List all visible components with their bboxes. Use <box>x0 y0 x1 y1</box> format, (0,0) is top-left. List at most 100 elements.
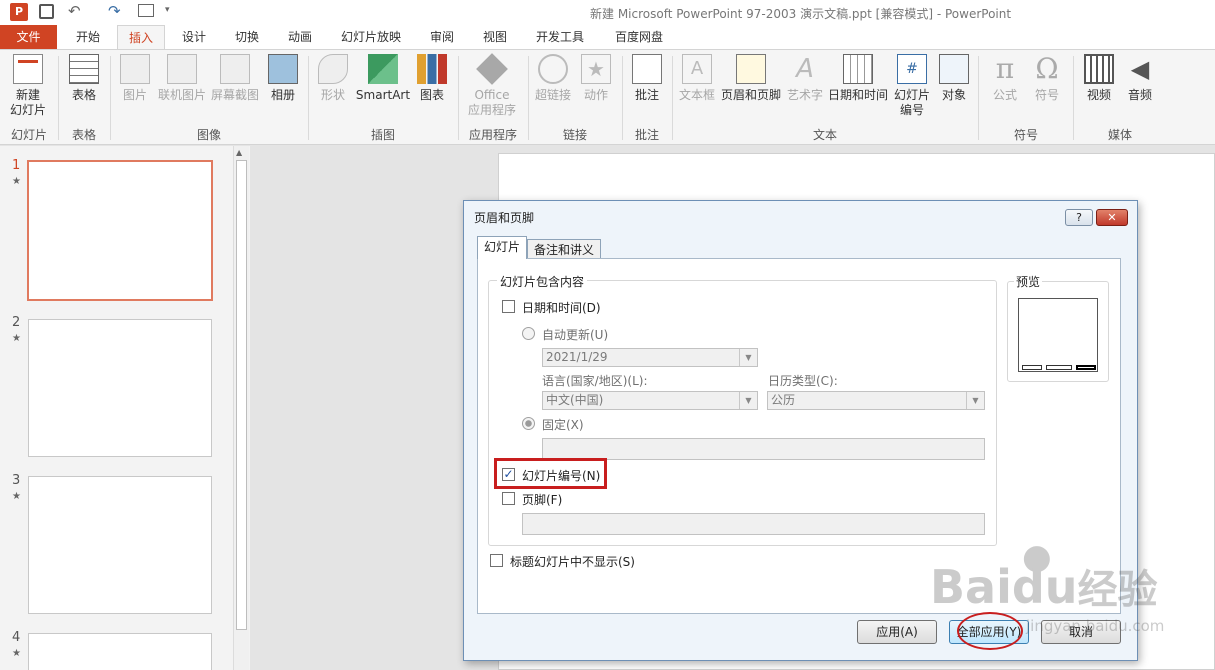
object-button[interactable]: 对象 <box>936 54 972 103</box>
datetime-label: 日期和时间(D) <box>522 301 601 315</box>
preview-footer-placeholder <box>1046 365 1072 370</box>
ribbon-separator <box>622 56 623 140</box>
apply-button[interactable]: 应用(A) <box>857 620 937 644</box>
scroll-up-icon[interactable]: ▲ <box>236 148 242 157</box>
preview-slide <box>1018 298 1098 372</box>
redo-icon[interactable]: ↷ <box>108 2 121 20</box>
chevron-down-icon: ▼ <box>739 392 757 409</box>
chart-icon <box>417 54 447 84</box>
symbol-label: 符号 <box>1034 88 1059 102</box>
tab-transitions[interactable]: 切换 <box>223 25 271 49</box>
slide-number-checkbox[interactable]: ✓ <box>502 468 515 481</box>
date-format-select[interactable]: 2021/1/29 ▼ <box>542 348 758 367</box>
screenshot-button[interactable]: 屏幕截图 <box>209 54 261 103</box>
chevron-down-icon: ▼ <box>966 392 984 409</box>
slide-thumbnail-4[interactable] <box>28 633 212 670</box>
office-apps-button[interactable]: Office 应用程序 <box>462 53 522 118</box>
screenshot-label: 屏幕截图 <box>210 88 259 102</box>
album-icon <box>268 54 298 84</box>
slide-number-1: 1 <box>12 158 21 173</box>
slide-number-3: 3 <box>12 473 21 488</box>
hyperlink-button[interactable]: 超链接 <box>533 54 573 103</box>
ribbon-separator <box>110 56 111 140</box>
customize-toolbar-icon[interactable]: ▾ <box>165 5 170 15</box>
footer-input[interactable] <box>522 513 985 535</box>
section-label: 幻灯片包含内容 <box>497 273 588 290</box>
language-value: 中文(中国) <box>546 393 604 407</box>
new-slide-label-2: 幻灯片 <box>9 103 46 117</box>
group-comments: 批注 <box>634 128 659 142</box>
undo-icon[interactable]: ↶ <box>68 2 81 20</box>
equation-button[interactable]: π 公式 <box>985 54 1025 103</box>
comment-button[interactable]: 批注 <box>628 54 666 103</box>
table-label: 表格 <box>71 88 96 102</box>
tab-baidu-pan[interactable]: 百度网盘 <box>603 25 675 49</box>
tab-developer[interactable]: 开发工具 <box>524 25 596 49</box>
speaker-icon: ◀ <box>1130 55 1150 83</box>
header-footer-button[interactable]: 页眉和页脚 <box>719 54 783 103</box>
object-icon <box>939 54 969 84</box>
tab-design[interactable]: 设计 <box>170 25 218 49</box>
fixed-label: 固定(X) <box>542 418 584 432</box>
dont-show-title-checkbox[interactable] <box>490 554 503 567</box>
office-label: Office <box>474 88 510 102</box>
tab-slide[interactable]: 幻灯片 <box>477 236 528 259</box>
online-picture-button[interactable]: 联机图片 <box>156 54 208 103</box>
ribbon-separator <box>58 56 59 140</box>
header-footer-icon <box>736 54 766 84</box>
album-button[interactable]: 相册 <box>263 54 303 103</box>
slide-thumbnail-2[interactable] <box>28 319 212 457</box>
action-button[interactable]: ★ 动作 <box>578 54 614 103</box>
tab-insert[interactable]: 插入 <box>117 25 165 49</box>
symbol-button[interactable]: Ω 符号 <box>1027 54 1067 103</box>
picture-button[interactable]: 图片 <box>116 54 154 103</box>
ribbon-separator <box>308 56 309 140</box>
tab-file[interactable]: 文件 <box>0 25 57 49</box>
video-button[interactable]: 视频 <box>1079 54 1119 103</box>
scrollbar-thumb[interactable] <box>236 160 247 630</box>
slide-thumbnail-1[interactable] <box>27 160 213 301</box>
slide-number-button[interactable]: # 幻灯片 编号 <box>892 54 932 118</box>
chart-button[interactable]: 图表 <box>414 54 450 103</box>
calendar-select[interactable]: 公历 ▼ <box>767 391 985 410</box>
wordart-button[interactable]: A 艺术字 <box>785 54 825 103</box>
language-select[interactable]: 中文(中国) ▼ <box>542 391 758 410</box>
tab-review[interactable]: 审阅 <box>418 25 466 49</box>
transition-star-icon: ★ <box>12 491 21 502</box>
slide-number-label-2: 编号 <box>899 103 924 117</box>
close-button[interactable]: ✕ <box>1096 209 1128 226</box>
present-icon[interactable] <box>138 4 154 17</box>
ribbon-separator <box>672 56 673 140</box>
table-button[interactable]: 表格 <box>64 54 104 103</box>
auto-update-radio[interactable] <box>522 327 535 340</box>
tab-slideshow[interactable]: 幻灯片放映 <box>330 25 412 49</box>
tab-animations[interactable]: 动画 <box>276 25 324 49</box>
watermark-du: du <box>1011 560 1078 614</box>
fixed-date-input[interactable] <box>542 438 985 460</box>
slide-thumbnail-3[interactable] <box>28 476 212 614</box>
video-label: 视频 <box>1086 88 1111 102</box>
new-slide-button[interactable]: 新建 幻灯片 <box>4 54 52 118</box>
textbox-button[interactable]: A 文本框 <box>677 54 717 103</box>
office-apps-icon <box>476 53 508 85</box>
footer-checkbox[interactable] <box>502 492 515 505</box>
tab-home[interactable]: 开始 <box>64 25 112 49</box>
smartart-button[interactable]: SmartArt <box>355 54 411 103</box>
smartart-label: SmartArt <box>355 88 411 102</box>
fixed-radio[interactable] <box>522 417 535 430</box>
comment-label: 批注 <box>634 88 659 102</box>
datetime-checkbox[interactable] <box>502 300 515 313</box>
tab-notes-handouts[interactable]: 备注和讲义 <box>527 239 602 259</box>
help-button[interactable]: ? <box>1065 209 1093 226</box>
datetime-button[interactable]: 日期和时间 <box>827 54 889 103</box>
save-icon[interactable] <box>39 4 54 19</box>
action-icon: ★ <box>581 54 611 84</box>
thumbnail-scrollbar[interactable]: ▲ <box>233 146 249 670</box>
tab-view[interactable]: 视图 <box>471 25 519 49</box>
ribbon-tab-bar: 文件 开始 插入 设计 切换 动画 幻灯片放映 审阅 视图 开发工具 百度网盘 <box>0 25 1215 49</box>
omega-icon: Ω <box>1035 52 1059 85</box>
audio-button[interactable]: ◀ 音频 <box>1120 54 1160 103</box>
shapes-button[interactable]: 形状 <box>314 54 352 103</box>
group-links: 链接 <box>562 128 587 142</box>
baidu-watermark: ● Baidu经验 jingyan.baidu.com <box>930 537 1215 635</box>
